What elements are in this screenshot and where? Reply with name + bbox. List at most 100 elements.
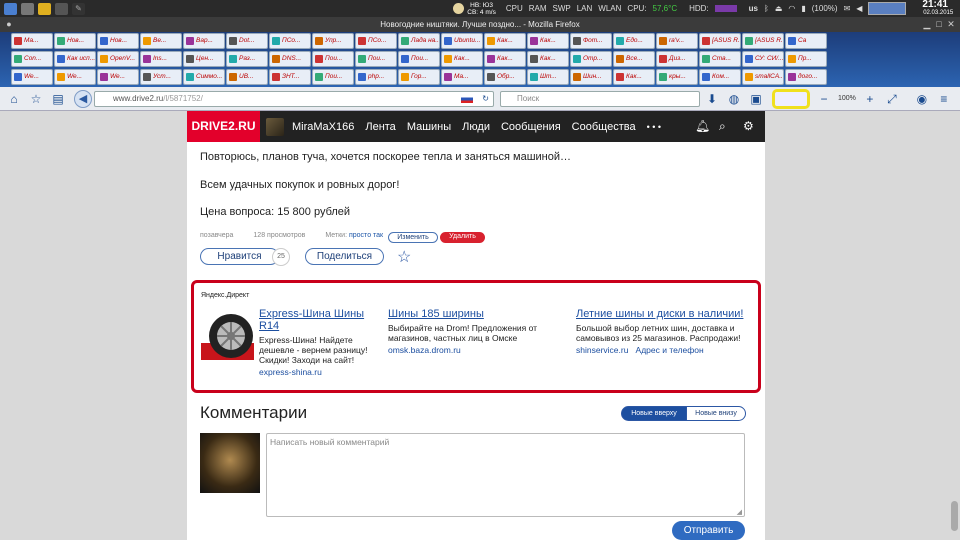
bookmark-item[interactable]: ЗНТ...	[269, 69, 311, 85]
ad-title[interactable]: Express-Шина Шины R14	[259, 308, 377, 332]
bookmark-item[interactable]: We...	[54, 69, 96, 85]
bookmark-item[interactable]: Как...	[441, 51, 483, 67]
favorite-star-icon[interactable]: ☆	[397, 247, 411, 267]
back-button[interactable]: ◀	[74, 89, 92, 108]
bookmark-item[interactable]: We...	[11, 69, 53, 85]
nav-communities[interactable]: Сообщества	[572, 121, 636, 133]
bookmark-item[interactable]: Раз...	[226, 51, 268, 67]
nav-cars[interactable]: Машины	[407, 121, 451, 133]
tire-image[interactable]	[201, 311, 254, 360]
zoom-in-icon[interactable]: +	[862, 91, 878, 107]
nav-feed[interactable]: Лента	[365, 121, 395, 133]
bookmark-item[interactable]: Пр...	[785, 51, 827, 67]
fullscreen-icon[interactable]: ⤢	[884, 91, 900, 107]
bluetooth-icon[interactable]: ᛒ	[764, 4, 769, 13]
bookmark-item[interactable]: Ма...	[11, 33, 53, 49]
bookmark-item[interactable]: Пои...	[312, 51, 354, 67]
bookmark-item[interactable]: Ве...	[140, 33, 182, 49]
bookmark-item[interactable]: smallCA...	[742, 69, 784, 85]
apps-menu-icon[interactable]	[4, 2, 17, 15]
bookmarks-menu-icon[interactable]: ▤	[50, 91, 66, 107]
bookmark-star-icon[interactable]: ☆	[28, 91, 44, 107]
ad-contact-link[interactable]: Адрес и телефон	[636, 345, 704, 355]
bookmark-item[interactable]: [ASUS R...	[699, 33, 741, 49]
bookmark-item[interactable]: Как...	[527, 33, 569, 49]
bookmark-item[interactable]: Как...	[527, 51, 569, 67]
bookmark-item[interactable]: Как...	[613, 69, 655, 85]
zoom-out-icon[interactable]: −	[816, 91, 832, 107]
bookmark-item[interactable]: Фот...	[570, 33, 612, 49]
ad-item[interactable]: Шины 185 ширины Выбирайте на Drom! Предл…	[388, 308, 538, 355]
maximize-icon[interactable]: □	[934, 19, 944, 29]
bookmark-item[interactable]: Уст...	[140, 69, 182, 85]
bookmark-item[interactable]: DNS...	[269, 51, 311, 67]
workspace-switcher[interactable]	[868, 2, 907, 15]
hamburger-menu-icon[interactable]: ≡	[936, 91, 952, 107]
bookmark-item[interactable]: Как...	[484, 33, 526, 49]
bookmark-item[interactable]: СУ: СИ/...	[742, 51, 784, 67]
addon-icon[interactable]: ◉	[914, 91, 930, 107]
bookmark-item[interactable]: ПСо...	[269, 33, 311, 49]
edit-button[interactable]: Изменить	[388, 232, 438, 243]
comment-textarea[interactable]: Написать новый комментарий ◢	[266, 433, 745, 517]
bookmark-item[interactable]: OpenV...	[97, 51, 139, 67]
adblock-button[interactable]	[772, 88, 810, 109]
bookmark-item[interactable]: Отр...	[570, 51, 612, 67]
like-button[interactable]: Нравится	[200, 248, 279, 265]
scrollbar-thumb[interactable]	[951, 501, 958, 531]
sort-new-top-button[interactable]: Новые вверху	[621, 406, 687, 421]
save-icon[interactable]: ▣	[748, 91, 764, 107]
bookmark-item[interactable]: Шт...	[527, 69, 569, 85]
ad-domain[interactable]: omsk.baza.drom.ru	[388, 345, 538, 355]
bookmark-item[interactable]: Ста...	[699, 51, 741, 67]
clock[interactable]: 21:41 02.03.2015	[922, 0, 954, 18]
url-bar[interactable]: www.drive2.ru/l/5871752/ ↻	[94, 90, 494, 107]
bookmark-item[interactable]: Ubuntu...	[441, 33, 483, 49]
nav-more[interactable]: • • •	[647, 122, 661, 132]
bookmark-item[interactable]: [ASUS R...	[742, 33, 784, 49]
battery-icon[interactable]: ▮	[801, 4, 805, 13]
search-icon[interactable]: ⌕	[719, 119, 726, 134]
bookmark-item[interactable]: Dot...	[226, 33, 268, 49]
bookmark-item[interactable]: ra'v...	[656, 33, 698, 49]
usb-icon[interactable]: ⏏	[775, 4, 783, 13]
bookmark-item[interactable]: Диз...	[656, 51, 698, 67]
sync-icon[interactable]: ◍	[726, 91, 742, 107]
resize-handle-icon[interactable]: ◢	[737, 508, 742, 516]
bookmark-item[interactable]: Цен...	[183, 51, 225, 67]
bookmark-item[interactable]: Пои...	[355, 51, 397, 67]
bookmark-item[interactable]: кры...	[656, 69, 698, 85]
bookmark-item[interactable]: дого...	[785, 69, 827, 85]
bookmark-item[interactable]: Ca	[785, 33, 827, 49]
site-logo[interactable]: DRIVE2.RU	[187, 111, 260, 142]
mail-icon[interactable]: ✉	[844, 4, 851, 13]
tag-link[interactable]: просто так	[349, 232, 383, 239]
nav-people[interactable]: Люди	[462, 121, 490, 133]
bookmark-item[interactable]: Обр...	[484, 69, 526, 85]
gear-icon[interactable]: ⚙	[743, 119, 754, 133]
file-manager-icon[interactable]	[38, 2, 51, 15]
reload-icon[interactable]: ↻	[482, 92, 489, 106]
delete-button[interactable]: Удалить	[440, 232, 485, 243]
keyboard-layout[interactable]: us	[749, 4, 758, 13]
terminal-icon[interactable]	[55, 2, 68, 15]
user-name[interactable]: MiraMaX166	[292, 121, 354, 133]
bookmark-item[interactable]: ПСо...	[355, 33, 397, 49]
bookmark-item[interactable]: We...	[97, 69, 139, 85]
bookmark-item[interactable]: Пои...	[312, 69, 354, 85]
bookmark-item[interactable]: Симмо...	[183, 69, 225, 85]
bookmark-item[interactable]: Ком...	[699, 69, 741, 85]
desktop-icon[interactable]	[21, 2, 34, 15]
bookmark-item[interactable]: Пои...	[398, 51, 440, 67]
bell-icon[interactable]: 🔔︎	[695, 119, 710, 133]
window-titlebar[interactable]: ● Новогодние ништяки. Лучше поздно... - …	[0, 17, 960, 32]
bookmark-item[interactable]: Ма...	[441, 69, 483, 85]
bookmark-item[interactable]: Все...	[613, 51, 655, 67]
window-menu-icon[interactable]: ●	[4, 19, 14, 29]
page-scrollbar[interactable]	[949, 111, 960, 540]
user-avatar[interactable]	[266, 117, 284, 136]
ad-domain[interactable]: shinservice.ru	[576, 345, 628, 355]
bookmark-item[interactable]: php...	[355, 69, 397, 85]
ad-item[interactable]: Express-Шина Шины R14 Express-Шина! Найд…	[259, 308, 377, 377]
bookmark-item[interactable]: Как исп...	[54, 51, 96, 67]
